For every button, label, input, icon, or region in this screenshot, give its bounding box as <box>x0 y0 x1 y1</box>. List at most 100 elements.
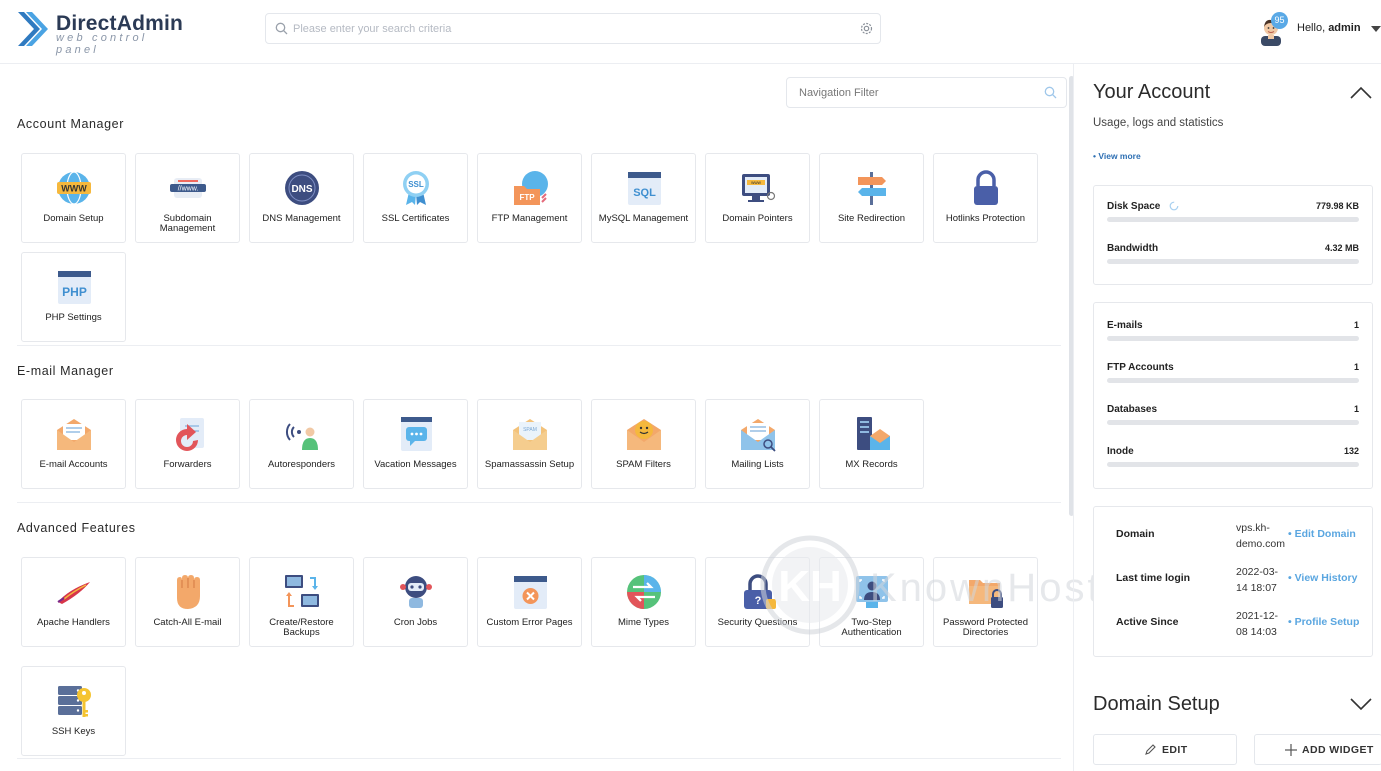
feature-tile-mx-records[interactable]: MX Records <box>819 399 924 489</box>
user-menu[interactable]: 95 Hello, admin <box>1258 10 1381 50</box>
backup-monitors-icon <box>285 575 319 607</box>
stat-progress-bar <box>1107 336 1359 341</box>
forward-arrow-icon <box>176 418 204 451</box>
feature-tile-e-mail-accounts[interactable]: E-mail Accounts <box>21 399 126 489</box>
feature-tile-vacation-messages[interactable]: Vacation Messages <box>363 399 468 489</box>
feature-tile-spam-filters[interactable]: SPAM Filters <box>591 399 696 489</box>
info-value: 2021-12-08 14:03 <box>1236 610 1279 639</box>
global-search[interactable] <box>265 13 881 44</box>
feature-tile-php-settings[interactable]: PHP PHP Settings <box>21 252 126 342</box>
gear-icon[interactable] <box>860 22 873 35</box>
stat-name: Bandwidth <box>1107 243 1159 254</box>
feature-tile-autoresponders[interactable]: Autoresponders <box>249 399 354 489</box>
navigation-filter[interactable] <box>786 77 1067 108</box>
chevron-down-icon[interactable] <box>1350 698 1372 711</box>
stat-name: FTP Accounts <box>1107 362 1174 373</box>
stat-name: Inode <box>1107 446 1134 457</box>
feature-tile-label: Create/Restore Backups <box>269 617 334 638</box>
directadmin-logo-icon <box>18 12 48 46</box>
info-action-link[interactable]: • View History <box>1288 572 1357 584</box>
apache-feather-icon <box>57 582 90 604</box>
feature-tile-ssh-keys[interactable]: SSH Keys <box>21 666 126 756</box>
feature-tile-ssl-certificates[interactable]: SSL SSL Certificates <box>363 153 468 243</box>
your-account-subtitle: Usage, logs and statistics <box>1093 117 1224 129</box>
feature-tile-label: FTP Management <box>491 213 568 224</box>
feature-tile-apache-handlers[interactable]: Apache Handlers <box>21 557 126 647</box>
feature-tile-dns-management[interactable]: DNS DNS Management <box>249 153 354 243</box>
subdomain-icon: //www. <box>170 178 206 198</box>
chevron-up-icon[interactable] <box>1350 86 1372 99</box>
feature-tile-mysql-management[interactable]: SQL MySQL Management <box>591 153 696 243</box>
info-key: Domain <box>1116 528 1155 540</box>
face-scan-icon <box>856 576 888 608</box>
sql-window-icon: SQL <box>628 172 661 205</box>
search-icon <box>275 22 288 35</box>
feature-tile-subdomain-management[interactable]: //www. Subdomain Management <box>135 153 240 243</box>
view-more-link[interactable]: • View more <box>1093 151 1141 161</box>
stat-value: 4.32 MB <box>1324 243 1359 253</box>
feature-tile-label: Site Redirection <box>837 213 906 224</box>
feature-tile-label: PHP Settings <box>45 312 102 323</box>
stat-row-ftp-accounts: FTP Accounts 1 <box>1107 362 1359 392</box>
signal-person-icon <box>286 423 318 450</box>
greeting-prefix: Hello, <box>1297 22 1326 34</box>
edit-button[interactable]: EDIT <box>1093 734 1237 765</box>
filter-envelope-icon <box>627 419 661 450</box>
feature-tile-label: E-mail Accounts <box>39 459 108 470</box>
feature-tile-mailing-lists[interactable]: Mailing Lists <box>705 399 810 489</box>
top-bar: DirectAdmin web control panel 95 Hello, … <box>0 0 1381 64</box>
user-menu-caret-icon[interactable] <box>1371 26 1381 32</box>
info-action-link[interactable]: • Profile Setup <box>1288 616 1359 628</box>
feature-tile-spamassassin-setup[interactable]: SPAM Spamassassin Setup <box>477 399 582 489</box>
svg-text:SPAM: SPAM <box>523 427 537 433</box>
feature-tile-forwarders[interactable]: Forwarders <box>135 399 240 489</box>
info-action-link[interactable]: • Edit Domain <box>1288 528 1356 540</box>
section-title: Advanced Features <box>17 521 136 535</box>
feature-tile-security-questions[interactable]: ? Security Questions <box>705 557 810 647</box>
mime-arrows-icon <box>627 575 661 609</box>
feature-tile-hotlinks-protection[interactable]: Hotlinks Protection <box>933 153 1038 243</box>
svg-text:PHP: PHP <box>62 285 87 299</box>
directadmin-logo[interactable]: DirectAdmin web control panel <box>16 10 186 56</box>
search-icon[interactable] <box>1044 86 1057 99</box>
feature-tile-cron-jobs[interactable]: Cron Jobs <box>363 557 468 647</box>
feature-tile-domain-setup[interactable]: WWW Domain Setup <box>21 153 126 243</box>
search-input[interactable] <box>293 14 853 43</box>
feature-tile-domain-pointers[interactable]: www Domain Pointers <box>705 153 810 243</box>
counts-card: E-mails 1 FTP Accounts 1 Databases 1 Inode 132 <box>1093 302 1373 489</box>
feature-tile-create-restore-backups[interactable]: Create/Restore Backups <box>249 557 354 647</box>
feature-tile-catch-all-e-mail[interactable]: Catch-All E-mail <box>135 557 240 647</box>
stat-row-disk-space: Disk Space 779.98 KB <box>1107 201 1359 231</box>
feature-tile-label: Custom Error Pages <box>486 617 573 628</box>
feature-tile-label: Forwarders <box>163 459 212 470</box>
feature-tile-mime-types[interactable]: Mime Types <box>591 557 696 647</box>
feature-tile-ftp-management[interactable]: FTP FTP Management <box>477 153 582 243</box>
info-key: Last time login <box>1116 572 1191 584</box>
feature-tile-custom-error-pages[interactable]: Custom Error Pages <box>477 557 582 647</box>
hand-catch-icon <box>177 575 200 609</box>
edit-button-label: EDIT <box>1162 744 1188 756</box>
stat-value: 1 <box>1353 320 1359 330</box>
feature-tile-label: Password Protected Directories <box>942 617 1028 638</box>
globe-www-icon: WWW <box>57 171 91 205</box>
add-widget-button[interactable]: ADD WIDGET <box>1254 734 1381 765</box>
info-value: 2022-03-14 18:07 <box>1236 566 1279 595</box>
feature-tile-two-step-authentication[interactable]: Two-Step Authentication <box>819 557 924 647</box>
stat-value: 779.98 KB <box>1315 201 1359 211</box>
feature-tile-password-protected-directories[interactable]: Password Protected Directories <box>933 557 1038 647</box>
server-mail-icon <box>857 417 890 450</box>
monitor-www-icon: www <box>742 174 776 202</box>
account-info-row: Active Since 2021-12-08 14:03 • Profile Se… <box>1116 606 1366 642</box>
notification-badge[interactable]: 95 <box>1271 12 1288 29</box>
feature-tile-site-redirection[interactable]: Site Redirection <box>819 153 924 243</box>
domain-setup-widget-title: Domain Setup <box>1093 693 1220 715</box>
feature-tile-label: Catch-All E-mail <box>153 617 222 628</box>
feature-tile-label: Apache Handlers <box>37 617 110 628</box>
feature-tile-label: Vacation Messages <box>374 459 457 470</box>
list-envelope-icon <box>741 419 776 452</box>
navigation-filter-input[interactable] <box>799 78 1039 107</box>
feature-tile-label: Cron Jobs <box>393 617 438 628</box>
stat-name: Databases <box>1107 404 1158 415</box>
svg-text:SQL: SQL <box>633 187 656 199</box>
stat-row-databases: Databases 1 <box>1107 404 1359 434</box>
